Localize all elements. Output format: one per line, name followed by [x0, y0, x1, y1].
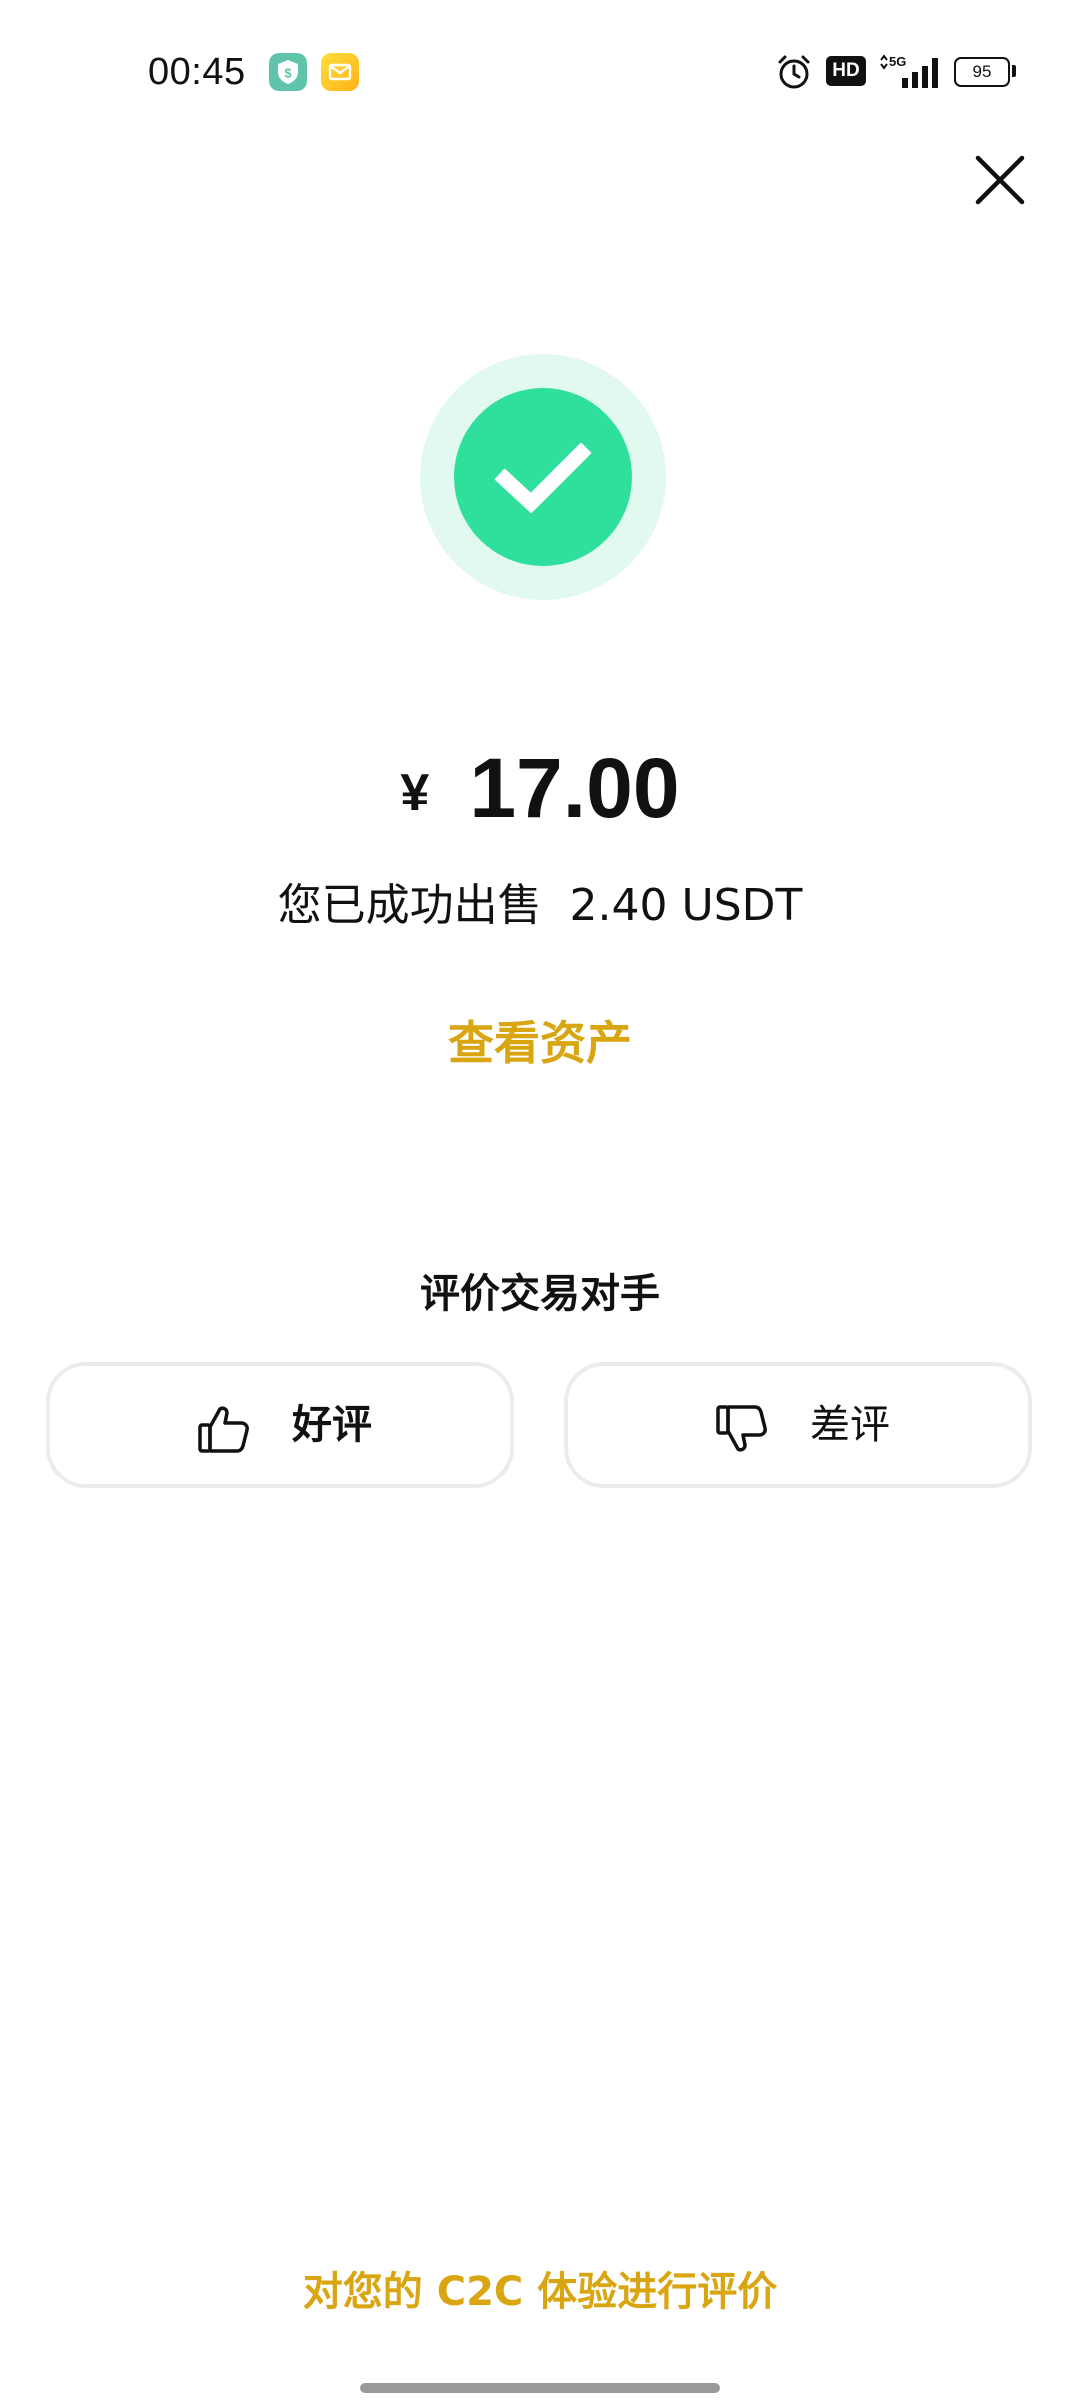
status-icons: HD 5G 95	[770, 52, 1016, 92]
signal-icon: 5G	[880, 54, 938, 88]
close-icon	[975, 155, 1025, 205]
shield-dollar-notification-icon: $	[269, 53, 307, 91]
rate-counterparty-title: 评价交易对手	[420, 1271, 660, 1317]
fiat-amount: 17.00	[469, 741, 680, 835]
negative-review-button[interactable]: 差评	[564, 1362, 1032, 1488]
view-assets-link[interactable]: 查看资产	[390, 1008, 690, 1078]
sold-message: 您已成功出售 2.40 USDT	[277, 880, 803, 931]
hd-icon: HD	[826, 56, 866, 86]
positive-review-label: 好评	[292, 1402, 372, 1448]
check-circle-icon	[454, 388, 632, 566]
mail-notification-icon	[321, 53, 359, 91]
thumbs-up-icon	[198, 1406, 249, 1453]
home-indicator[interactable]	[360, 2383, 720, 2393]
network-type: 5G	[889, 54, 906, 69]
negative-review-label: 差评	[810, 1402, 890, 1448]
status-bar: 00:45 $ HD 5G 95	[0, 0, 1080, 140]
c2c-feedback-link[interactable]: 对您的 C2C 体验进行评价	[0, 2262, 1080, 2322]
currency-symbol: ¥	[400, 763, 430, 822]
order-success-screen: 00:45 $ HD 5G 95 ¥ 17.00 您已成功出售 2.40 USD…	[0, 0, 1080, 2400]
success-halo	[420, 354, 666, 600]
svg-text:$: $	[284, 66, 292, 81]
thumbs-down-icon	[716, 1405, 767, 1452]
battery-icon: 95	[954, 57, 1010, 87]
alarm-icon	[778, 55, 810, 89]
amount-row: ¥17.00	[0, 740, 1080, 837]
battery-tip	[1012, 65, 1016, 77]
status-time: 00:45	[148, 51, 246, 93]
close-button[interactable]	[968, 148, 1032, 212]
positive-review-button[interactable]: 好评	[46, 1362, 514, 1488]
